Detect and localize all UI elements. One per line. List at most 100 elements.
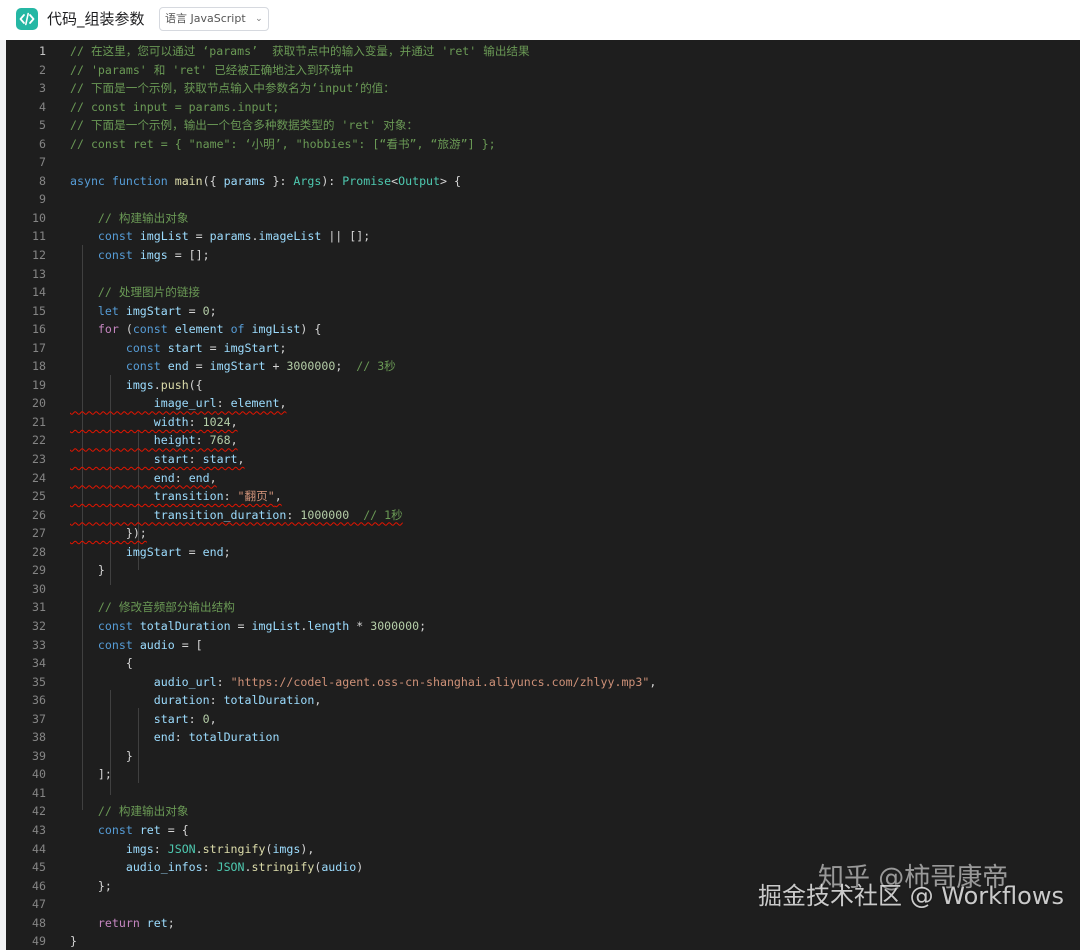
code-line[interactable]: 6 // const ret = { "name": ‘小明’, "hobbies…	[6, 135, 1080, 154]
code-text[interactable]: width: 1024,	[70, 413, 238, 432]
code-text[interactable]: imgs.push({	[70, 376, 203, 395]
code-line[interactable]: 32 const totalDuration = imgList.length …	[6, 617, 1080, 636]
code-line[interactable]: 29 }	[6, 561, 1080, 580]
code-line[interactable]: 30	[6, 580, 1080, 599]
code-line[interactable]: 17 const start = imgStart;	[6, 339, 1080, 358]
code-text[interactable]: const end = imgStart + 3000000; // 3秒	[70, 357, 396, 376]
code-line[interactable]: 4 // const input = params.input;	[6, 98, 1080, 117]
code-line[interactable]: 16 for (const element of imgList) {	[6, 320, 1080, 339]
code-text[interactable]: duration: totalDuration,	[70, 691, 322, 710]
code-text[interactable]: audio_url: "https://codel-agent.oss-cn-s…	[70, 673, 657, 692]
code-text[interactable]: // 'params' 和 'ret' 已经被正确地注入到环境中	[70, 61, 353, 80]
code-line[interactable]: 31 // 修改音频部分输出结构	[6, 598, 1080, 617]
code-line[interactable]: 5 // 下面是一个示例，输出一个包含多种数据类型的 'ret' 对象：	[6, 116, 1080, 135]
code-text[interactable]: const start = imgStart;	[70, 339, 287, 358]
code-text[interactable]: const totalDuration = imgList.length * 3…	[70, 617, 426, 636]
watermark-juejin: 掘金技术社区 @ Workflows	[758, 882, 1064, 910]
code-line[interactable]: 14 // 处理图片的链接	[6, 283, 1080, 302]
code-text[interactable]: end: totalDuration	[70, 728, 280, 747]
code-line[interactable]: 39 }	[6, 747, 1080, 766]
code-text[interactable]: }	[70, 561, 105, 580]
code-line[interactable]: 40 ];	[6, 765, 1080, 784]
code-text[interactable]: start: start,	[70, 450, 245, 469]
code-text[interactable]: audio_infos: JSON.stringify(audio)	[70, 858, 363, 877]
code-line[interactable]: 36 duration: totalDuration,	[6, 691, 1080, 710]
code-text[interactable]: }	[70, 932, 77, 951]
code-text[interactable]: // 处理图片的链接	[70, 283, 200, 302]
code-line[interactable]: 3 // 下面是一个示例，获取节点输入中参数名为‘input’的值：	[6, 79, 1080, 98]
code-text[interactable]: // 构建输出对象	[70, 802, 189, 821]
node-title[interactable]: 代码_组装参数	[47, 9, 145, 29]
code-line[interactable]: 7	[6, 153, 1080, 172]
code-line[interactable]: 41	[6, 784, 1080, 803]
code-text[interactable]: start: 0,	[70, 710, 217, 729]
code-text[interactable]: for (const element of imgList) {	[70, 320, 321, 339]
code-text[interactable]: {	[70, 654, 133, 673]
language-select[interactable]: 语言 JavaScript ⌄	[159, 7, 269, 31]
code-line[interactable]: 15 let imgStart = 0;	[6, 302, 1080, 321]
code-text[interactable]: };	[70, 877, 112, 896]
code-line[interactable]: 28 imgStart = end;	[6, 543, 1080, 562]
code-line[interactable]: 37 start: 0,	[6, 710, 1080, 729]
code-line[interactable]: 43 const ret = {	[6, 821, 1080, 840]
code-text[interactable]: height: 768,	[70, 431, 238, 450]
code-text[interactable]: // 下面是一个示例，获取节点输入中参数名为‘input’的值：	[70, 79, 395, 98]
code-text[interactable]: transition: "翻页",	[70, 487, 282, 506]
code-line[interactable]: 21 width: 1024,	[6, 413, 1080, 432]
code-line[interactable]: 20 image_url: element,	[6, 394, 1080, 413]
line-number: 23	[32, 452, 46, 467]
code-line[interactable]: 27 });	[6, 524, 1080, 543]
code-line[interactable]: 35 audio_url: "https://codel-agent.oss-c…	[6, 673, 1080, 692]
code-text[interactable]: let imgStart = 0;	[70, 302, 217, 321]
code-line[interactable]: 9	[6, 190, 1080, 209]
code-text[interactable]: // const ret = { "name": ‘小明’, "hobbies"…	[70, 135, 496, 154]
code-text[interactable]: });	[70, 524, 147, 543]
code-text[interactable]: transition_duration: 1000000 // 1秒	[70, 506, 403, 525]
code-text[interactable]: }	[70, 747, 133, 766]
code-text[interactable]: image_url: element,	[70, 394, 287, 413]
line-number: 46	[32, 878, 46, 893]
code-line[interactable]: 1 // 在这里，您可以通过 ‘params’ 获取节点中的输入变量，并通过 'r…	[6, 42, 1080, 61]
code-text[interactable]: end: end,	[70, 469, 217, 488]
code-text[interactable]: const imgs = [];	[70, 246, 210, 265]
code-line[interactable]: 12 const imgs = [];	[6, 246, 1080, 265]
code-text[interactable]: // 下面是一个示例，输出一个包含多种数据类型的 'ret' 对象：	[70, 116, 418, 135]
code-text[interactable]: const imgList = params.imageList || [];	[70, 227, 370, 246]
code-editor[interactable]: 1 // 在这里，您可以通过 ‘params’ 获取节点中的输入变量，并通过 'r…	[6, 40, 1080, 950]
code-line[interactable]: 25 transition: "翻页",	[6, 487, 1080, 506]
code-line[interactable]: 19 imgs.push({	[6, 376, 1080, 395]
code-line[interactable]: 26 transition_duration: 1000000 // 1秒	[6, 506, 1080, 525]
code-token: // const ret = { "name": ‘小明’, "hobbies"…	[70, 136, 496, 151]
code-line[interactable]: 8 async function main({ params }: Args): …	[6, 172, 1080, 191]
code-line[interactable]: 48 return ret;	[6, 914, 1080, 933]
code-line[interactable]: 13	[6, 265, 1080, 284]
code-token: transition	[153, 489, 224, 504]
code-text[interactable]: // 在这里，您可以通过 ‘params’ 获取节点中的输入变量，并通过 're…	[70, 42, 530, 61]
code-text[interactable]: // 构建输出对象	[70, 209, 189, 228]
code-line[interactable]: 42 // 构建输出对象	[6, 802, 1080, 821]
code-lines[interactable]: 1 // 在这里，您可以通过 ‘params’ 获取节点中的输入变量，并通过 'r…	[6, 42, 1080, 951]
code-line[interactable]: 22 height: 768,	[6, 431, 1080, 450]
code-line[interactable]: 11 const imgList = params.imageList || […	[6, 227, 1080, 246]
line-number: 11	[32, 229, 46, 244]
code-line[interactable]: 24 end: end,	[6, 469, 1080, 488]
code-text[interactable]: return ret;	[70, 914, 175, 933]
code-line[interactable]: 34 {	[6, 654, 1080, 673]
code-line[interactable]: 49}	[6, 932, 1080, 951]
code-line[interactable]: 10 // 构建输出对象	[6, 209, 1080, 228]
code-text[interactable]: // 修改音频部分输出结构	[70, 598, 235, 617]
code-text[interactable]: const ret = {	[70, 821, 189, 840]
code-text[interactable]: imgStart = end;	[70, 543, 231, 562]
code-text[interactable]: // const input = params.input;	[70, 98, 279, 117]
code-line[interactable]: 23 start: start,	[6, 450, 1080, 469]
code-line[interactable]: 38 end: totalDuration	[6, 728, 1080, 747]
code-line[interactable]: 2 // 'params' 和 'ret' 已经被正确地注入到环境中	[6, 61, 1080, 80]
code-line[interactable]: 44 imgs: JSON.stringify(imgs),	[6, 840, 1080, 859]
code-line[interactable]: 33 const audio = [	[6, 636, 1080, 655]
code-text[interactable]: imgs: JSON.stringify(imgs),	[70, 840, 315, 859]
code-token: start	[167, 340, 203, 355]
code-text[interactable]: async function main({ params }: Args): P…	[70, 172, 461, 191]
code-line[interactable]: 18 const end = imgStart + 3000000; // 3秒	[6, 357, 1080, 376]
code-text[interactable]: ];	[70, 765, 112, 784]
code-text[interactable]: const audio = [	[70, 636, 203, 655]
